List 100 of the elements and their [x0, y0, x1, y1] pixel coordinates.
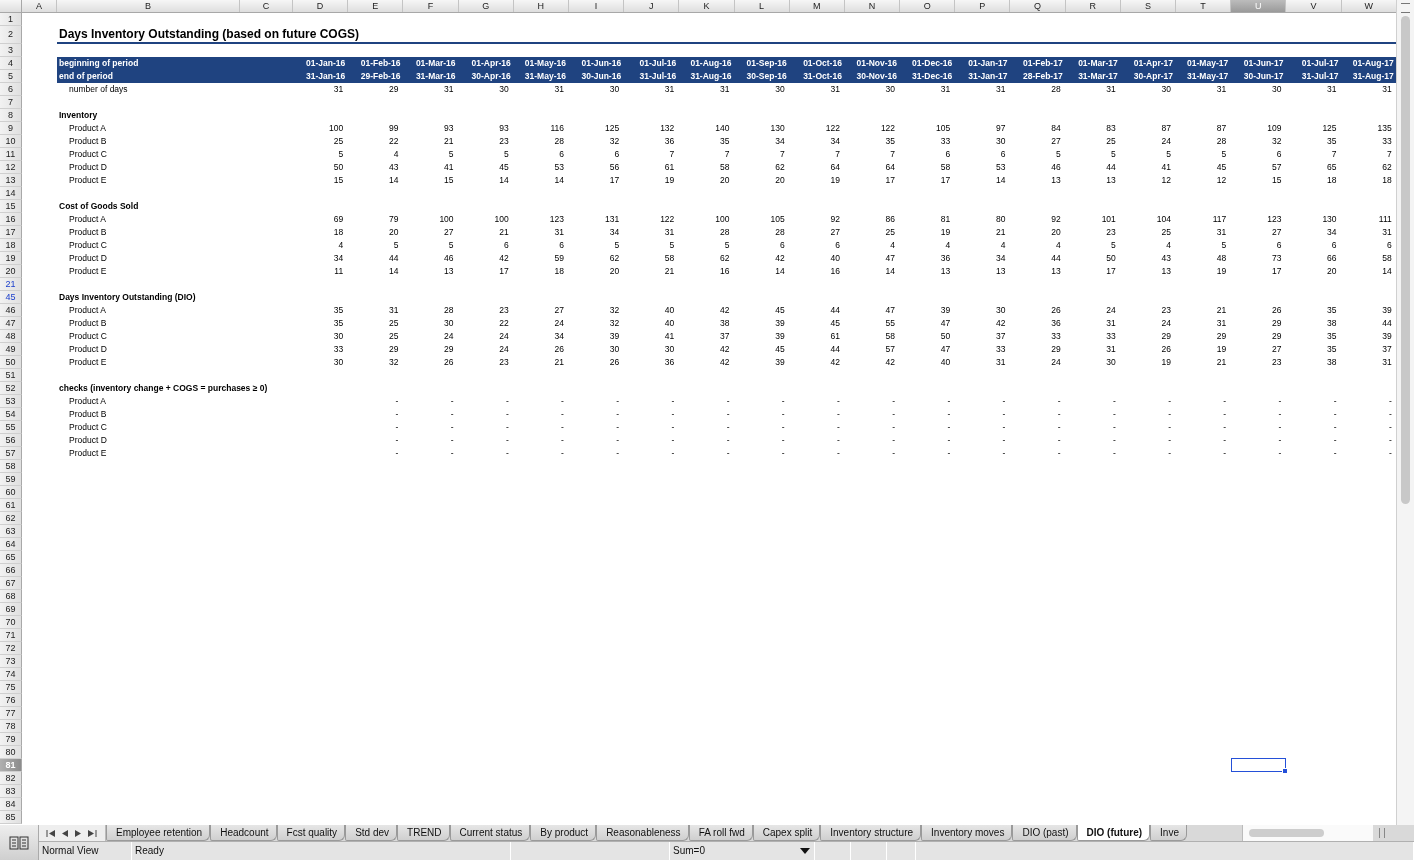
next-sheet-icon[interactable]: [74, 828, 82, 838]
row-header[interactable]: 15: [0, 200, 22, 213]
sheet-tab[interactable]: TREND: [397, 825, 450, 841]
sheet-tab[interactable]: FA roll fwd: [688, 825, 753, 841]
column-header[interactable]: S: [1120, 0, 1176, 12]
row-header[interactable]: 59: [0, 473, 22, 486]
row-header[interactable]: 83: [0, 785, 22, 798]
sheet-tab[interactable]: Std dev: [345, 825, 398, 841]
sheet-tab[interactable]: Reasonableness: [596, 825, 689, 841]
previous-sheet-icon[interactable]: [61, 828, 69, 838]
row-header[interactable]: 57: [0, 447, 22, 460]
row-header[interactable]: 80: [0, 746, 22, 759]
column-header[interactable]: D: [293, 0, 349, 12]
column-header[interactable]: I: [568, 0, 625, 12]
column-header[interactable]: A: [22, 0, 57, 12]
column-header[interactable]: E: [348, 0, 404, 12]
row-header[interactable]: 76: [0, 694, 22, 707]
horizontal-scrollbar[interactable]: [1242, 825, 1373, 841]
row-header[interactable]: 51: [0, 369, 22, 382]
selected-cell[interactable]: [1231, 758, 1287, 772]
row-header[interactable]: 16: [0, 213, 22, 226]
split-handle-icon[interactable]: [1401, 3, 1410, 13]
row-header[interactable]: 49: [0, 343, 22, 356]
row-header[interactable]: 8: [0, 109, 22, 122]
vertical-scrollbar[interactable]: [1396, 0, 1414, 825]
row-header[interactable]: 64: [0, 538, 22, 551]
first-sheet-icon[interactable]: [46, 828, 56, 838]
sum-dropdown[interactable]: Sum=0: [670, 842, 815, 860]
column-header[interactable]: N: [844, 0, 901, 12]
row-header[interactable]: 12: [0, 161, 22, 174]
row-header[interactable]: 68: [0, 590, 22, 603]
column-header[interactable]: Q: [1010, 0, 1066, 12]
row-header[interactable]: 56: [0, 434, 22, 447]
row-header[interactable]: 53: [0, 395, 22, 408]
row-header[interactable]: 10: [0, 135, 22, 148]
row-header[interactable]: 79: [0, 733, 22, 746]
sheet-tab[interactable]: DIO (future): [1076, 825, 1151, 841]
row-header[interactable]: 17: [0, 226, 22, 239]
row-header[interactable]: 46: [0, 304, 22, 317]
sheet-tab[interactable]: Capex split: [752, 825, 821, 841]
row-header[interactable]: 85: [0, 811, 22, 824]
row-header[interactable]: 75: [0, 681, 22, 694]
sheet-tab[interactable]: Headcount: [210, 825, 277, 841]
column-header[interactable]: F: [403, 0, 459, 12]
row-header[interactable]: 47: [0, 317, 22, 330]
sheet-tab[interactable]: Fcst quality: [276, 825, 346, 841]
row-header[interactable]: 82: [0, 772, 22, 785]
column-header[interactable]: G: [458, 0, 514, 12]
column-header[interactable]: C: [240, 0, 293, 12]
row-header[interactable]: 4: [0, 57, 22, 70]
row-header[interactable]: 74: [0, 668, 22, 681]
row-header[interactable]: 2: [0, 26, 22, 44]
row-header[interactable]: 63: [0, 525, 22, 538]
column-header[interactable]: O: [900, 0, 956, 12]
row-header[interactable]: 84: [0, 798, 22, 811]
row-header[interactable]: 62: [0, 512, 22, 525]
view-button[interactable]: [0, 825, 39, 860]
row-header[interactable]: 18: [0, 239, 22, 252]
sheet-tab[interactable]: DIO (past): [1012, 825, 1077, 841]
row-header[interactable]: 70: [0, 616, 22, 629]
column-header[interactable]: R: [1065, 0, 1121, 12]
column-header[interactable]: H: [513, 0, 569, 12]
row-header[interactable]: 14: [0, 187, 22, 200]
row-header[interactable]: 11: [0, 148, 22, 161]
row-header[interactable]: 66: [0, 564, 22, 577]
row-header[interactable]: 55: [0, 421, 22, 434]
row-header[interactable]: 73: [0, 655, 22, 668]
row-header[interactable]: 67: [0, 577, 22, 590]
row-header[interactable]: 5: [0, 70, 22, 83]
row-header[interactable]: 58: [0, 460, 22, 473]
row-header[interactable]: 69: [0, 603, 22, 616]
row-header[interactable]: 52: [0, 382, 22, 395]
sheet-tab[interactable]: Employee retention: [106, 825, 211, 841]
row-header[interactable]: 6: [0, 83, 22, 96]
split-handle-icon[interactable]: [1379, 828, 1385, 838]
sheet-tab[interactable]: By product: [530, 825, 597, 841]
row-header[interactable]: 65: [0, 551, 22, 564]
row-header[interactable]: 48: [0, 330, 22, 343]
column-header[interactable]: M: [789, 0, 845, 12]
row-header[interactable]: 20: [0, 265, 22, 278]
sheet-tab[interactable]: Inve: [1150, 825, 1187, 841]
row-header[interactable]: 50: [0, 356, 22, 369]
row-header[interactable]: 21: [0, 278, 22, 291]
row-header[interactable]: 19: [0, 252, 22, 265]
row-header[interactable]: 78: [0, 720, 22, 733]
sheet-tab[interactable]: Inventory structure: [820, 825, 922, 841]
row-header[interactable]: 9: [0, 122, 22, 135]
row-header[interactable]: 54: [0, 408, 22, 421]
row-header[interactable]: 7: [0, 96, 22, 109]
row-header[interactable]: 77: [0, 707, 22, 720]
column-header[interactable]: L: [734, 0, 790, 12]
column-header[interactable]: J: [624, 0, 680, 12]
row-header[interactable]: 72: [0, 642, 22, 655]
row-header[interactable]: 60: [0, 486, 22, 499]
sheet-tab[interactable]: Inventory moves: [921, 825, 1013, 841]
row-header[interactable]: 61: [0, 499, 22, 512]
column-header[interactable]: V: [1286, 0, 1342, 12]
column-header[interactable]: K: [679, 0, 735, 12]
column-header[interactable]: B: [57, 0, 240, 12]
row-header[interactable]: 1: [0, 13, 22, 26]
